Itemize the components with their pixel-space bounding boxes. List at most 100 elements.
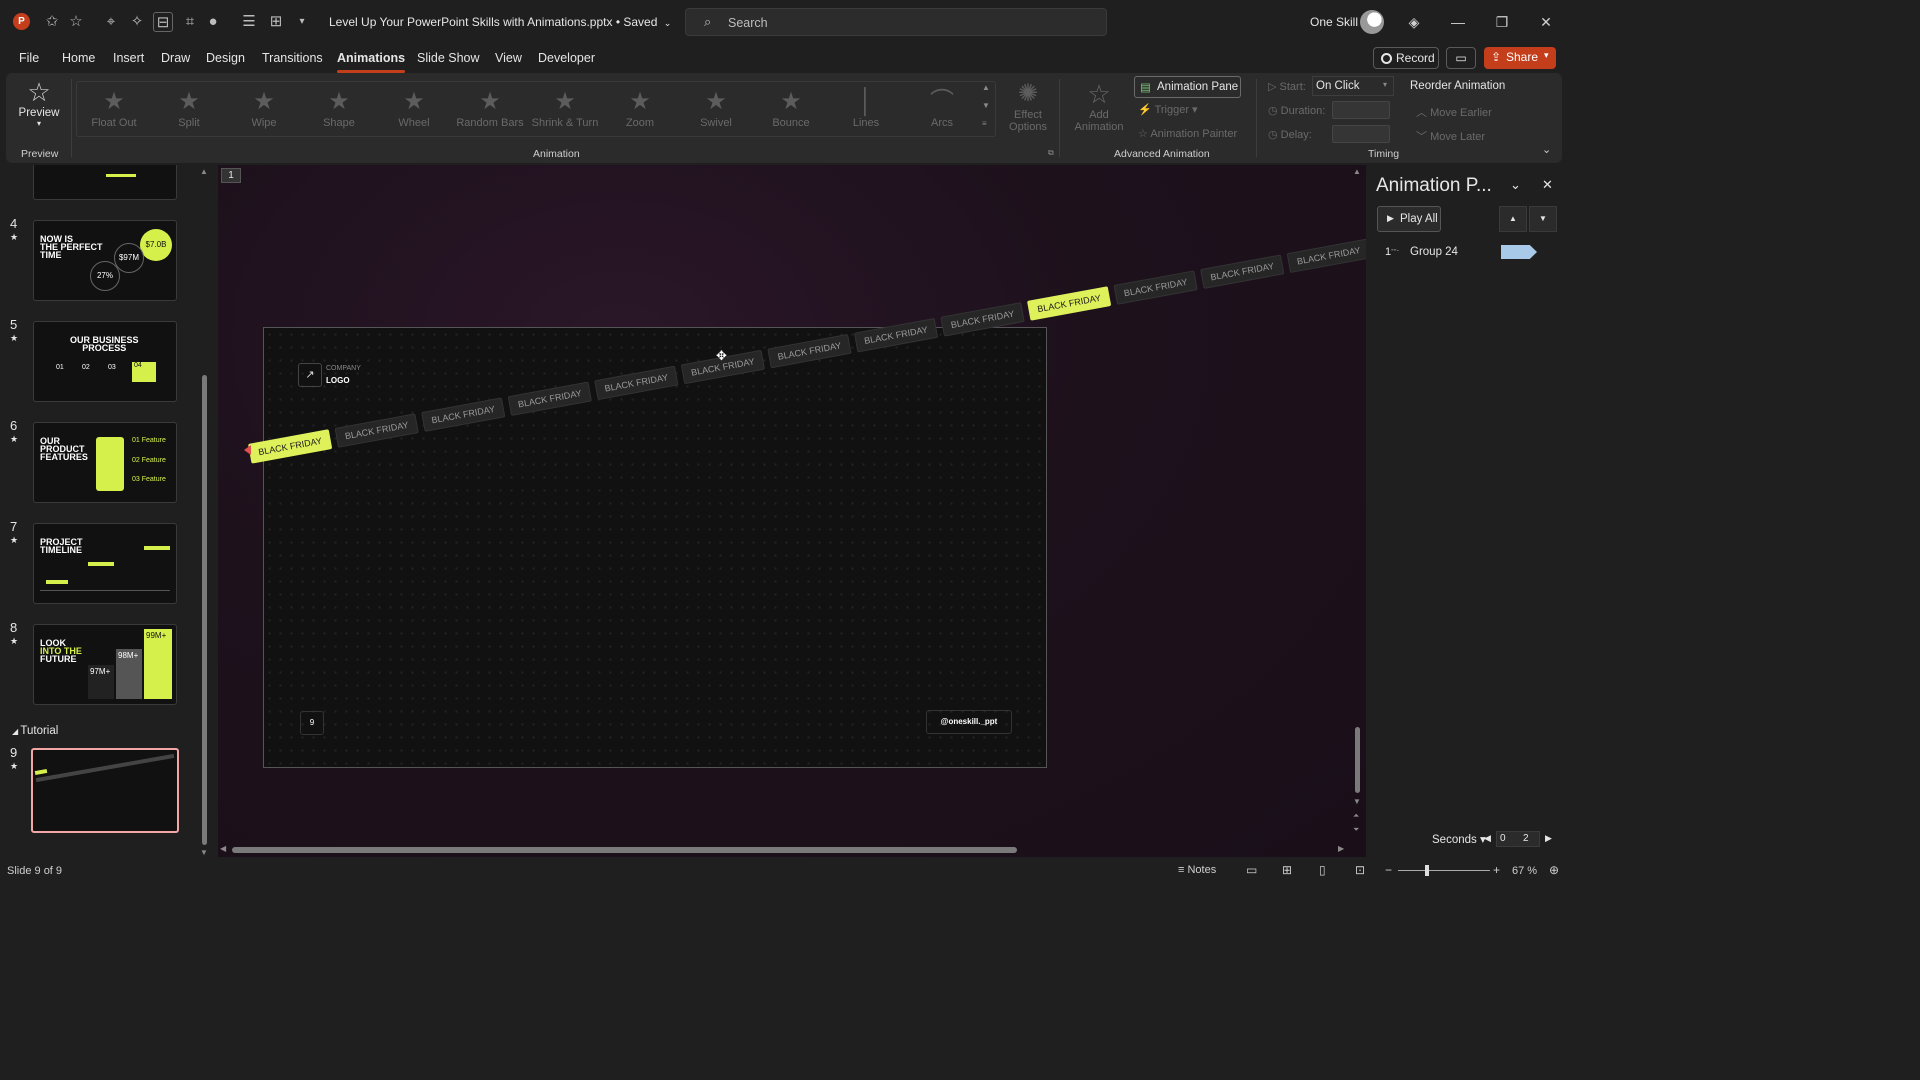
zoom-level[interactable]: 67 % <box>1512 865 1537 877</box>
thumbnails-scroll-up-icon[interactable]: ▲ <box>200 167 208 176</box>
avatar[interactable] <box>1360 10 1384 34</box>
delay-input[interactable] <box>1332 125 1390 143</box>
document-title[interactable]: Level Up Your PowerPoint Skills with Ani… <box>329 15 671 29</box>
comments-button[interactable]: ▭ <box>1446 47 1476 69</box>
tab-home[interactable]: Home <box>62 51 95 65</box>
reading-view-icon[interactable]: ▯ <box>1319 863 1326 877</box>
slide-thumbnail-3[interactable] <box>33 165 177 200</box>
tab-transitions[interactable]: Transitions <box>262 51 323 65</box>
zoom-out-icon[interactable]: − <box>1385 863 1392 877</box>
next-slide-icon[interactable]: ⏷ <box>1353 825 1359 835</box>
thumbnails-scrollbar[interactable] <box>202 375 207 845</box>
tab-developer[interactable]: Developer <box>538 51 595 65</box>
star-outline-icon[interactable]: ☆ <box>66 12 86 32</box>
canvas-horizontal-scrollbar[interactable] <box>232 847 1017 853</box>
zoom-in-icon[interactable]: + <box>1493 863 1500 877</box>
tab-slide-show[interactable]: Slide Show <box>417 51 480 65</box>
move-down-button[interactable]: ▼ <box>1529 206 1557 232</box>
trigger-button[interactable]: ⚡ Trigger ▾ <box>1138 103 1198 116</box>
animation-pane-button[interactable]: ▤ Animation Pane <box>1134 76 1241 98</box>
slide-counter[interactable]: Slide 9 of 9 <box>7 865 62 877</box>
arrange-icon[interactable]: ⊞ <box>266 12 286 32</box>
tab-design[interactable]: Design <box>206 51 245 65</box>
animation-painter-button[interactable]: ☆ Animation Painter <box>1138 127 1237 140</box>
slide-thumbnail-5[interactable]: OUR BUSINESS PROCESS 01 02 03 04 <box>33 321 177 402</box>
tab-draw[interactable]: Draw <box>161 51 190 65</box>
tab-animations[interactable]: Animations <box>337 51 406 73</box>
crosshair-icon[interactable]: ⌖ <box>101 12 121 32</box>
timeline-scroll-right-icon[interactable]: ▶ <box>1545 833 1552 844</box>
slideshow-view-icon[interactable]: ⊡ <box>1355 863 1365 877</box>
record-button[interactable]: Record <box>1373 47 1439 69</box>
effect-float-out[interactable]: ★ Float Out <box>78 87 150 137</box>
canvas-scroll-left-icon[interactable]: ◀ <box>220 844 226 853</box>
effect-bounce[interactable]: ★ Bounce <box>755 87 827 137</box>
seconds-dropdown[interactable]: Seconds ▾ <box>1432 832 1486 846</box>
effect-split[interactable]: ★ Split <box>153 87 225 137</box>
gallery-scroll-up-icon[interactable]: ▲ <box>982 83 990 92</box>
slide-9[interactable]: ↗ COMPANY LOGO 9 @oneskill._ppt <box>263 327 1047 768</box>
fit-slide-icon[interactable]: ⊕ <box>1549 863 1559 877</box>
favorites-star-icon[interactable]: ✩ <box>42 12 62 32</box>
effect-options-button[interactable]: ✺ Effect Options <box>1002 79 1054 141</box>
slide-thumbnail-6[interactable]: OUR PRODUCT FEATURES 01 Feature 02 Feature… <box>33 422 177 503</box>
close-icon[interactable]: ✕ <box>1536 12 1556 32</box>
timeline-scroll-left-icon[interactable]: ◀ <box>1484 833 1491 844</box>
distribute-icon[interactable]: ☰ <box>239 12 259 32</box>
effect-zoom[interactable]: ★ Zoom <box>604 87 676 137</box>
effect-wipe[interactable]: ★ Wipe <box>228 87 300 137</box>
duration-input[interactable] <box>1332 101 1390 119</box>
gallery-scroll-down-icon[interactable]: ▼ <box>982 101 990 110</box>
previous-slide-icon[interactable]: ⏶ <box>1353 811 1359 821</box>
crop-icon[interactable]: ⌗ <box>180 12 200 32</box>
add-animation-button[interactable]: ☆ Add Animation <box>1066 79 1132 141</box>
animation-order-badge[interactable]: 1 <box>221 168 241 183</box>
move-earlier-button[interactable]: ︿ Move Earlier <box>1416 104 1492 120</box>
restore-icon[interactable]: ❐ <box>1492 12 1512 32</box>
tab-insert[interactable]: Insert <box>113 51 144 65</box>
effect-wheel[interactable]: ★ Wheel <box>378 87 450 137</box>
animation-list-item[interactable]: 1 ╌· Group 24 <box>1377 241 1557 263</box>
tab-file[interactable]: File <box>19 51 39 65</box>
slide-thumbnail-9-selected[interactable] <box>31 748 179 833</box>
slide-thumbnail-7[interactable]: PROJECT TIMELINE <box>33 523 177 604</box>
play-all-button[interactable]: ▶ Play All <box>1377 206 1441 232</box>
minimize-icon[interactable]: — <box>1448 12 1468 32</box>
notes-button[interactable]: ≡ Notes <box>1178 864 1216 876</box>
effect-shape[interactable]: ★ Shape <box>303 87 375 137</box>
move-later-button[interactable]: ﹀ Move Later <box>1416 128 1485 144</box>
canvas-vertical-scrollbar[interactable] <box>1355 727 1360 793</box>
effect-swivel[interactable]: ★ Swivel <box>680 87 752 137</box>
slide-sorter-icon[interactable]: ⊞ <box>1282 863 1292 877</box>
share-dropdown-icon[interactable]: ▾ <box>1544 50 1549 61</box>
share-button[interactable]: ⇪ Share ▾ <box>1484 47 1556 69</box>
start-select[interactable]: On Click ▾ <box>1312 76 1394 96</box>
pane-options-chevron-icon[interactable]: ⌄ <box>1510 177 1521 193</box>
align-icon[interactable]: ⊟ <box>153 12 173 32</box>
tab-view[interactable]: View <box>495 51 522 65</box>
normal-view-icon[interactable]: ▭ <box>1246 863 1257 877</box>
thumbnails-scroll-down-icon[interactable]: ▼ <box>200 848 208 857</box>
user-name[interactable]: One Skill <box>1310 15 1358 29</box>
canvas-scroll-down-icon[interactable]: ▼ <box>1353 797 1361 806</box>
collapse-ribbon-icon[interactable]: ⌄ <box>1542 143 1551 156</box>
canvas-scroll-right-icon[interactable]: ▶ <box>1338 844 1344 853</box>
effect-random-bars[interactable]: ★ Random Bars <box>454 87 526 137</box>
gallery-more-icon[interactable]: ≡ <box>982 119 987 128</box>
search-box[interactable]: ⌕ Search <box>685 8 1107 36</box>
slide-thumbnail-8[interactable]: LOOK INTO THE FUTURE 99M+ 98M+ 97M+ <box>33 624 177 705</box>
zoom-slider[interactable] <box>1398 865 1490 876</box>
slide-thumbnail-4[interactable]: NOW IS THE PERFECT TIME $7.0B $97M 27% <box>33 220 177 301</box>
animation-dialog-launcher-icon[interactable]: ⧉ <box>1048 148 1054 158</box>
customize-toolbar-icon[interactable]: ▾ <box>292 12 312 32</box>
preview-button[interactable]: ☆ Preview ▾ <box>14 77 64 139</box>
effect-lines[interactable]: │ Lines <box>830 87 902 137</box>
shape-fill-icon[interactable]: ● <box>203 12 223 32</box>
pane-close-icon[interactable]: ✕ <box>1542 177 1553 193</box>
zoom-slider-thumb[interactable] <box>1425 865 1430 876</box>
effect-shrink-turn[interactable]: ★ Shrink & Turn <box>529 87 601 137</box>
premium-diamond-icon[interactable]: ◈ <box>1404 12 1424 32</box>
move-up-button[interactable]: ▲ <box>1499 206 1527 232</box>
sparkle-icon[interactable]: ✧ <box>127 12 147 32</box>
effect-arcs[interactable]: ⌒ Arcs <box>906 87 978 137</box>
